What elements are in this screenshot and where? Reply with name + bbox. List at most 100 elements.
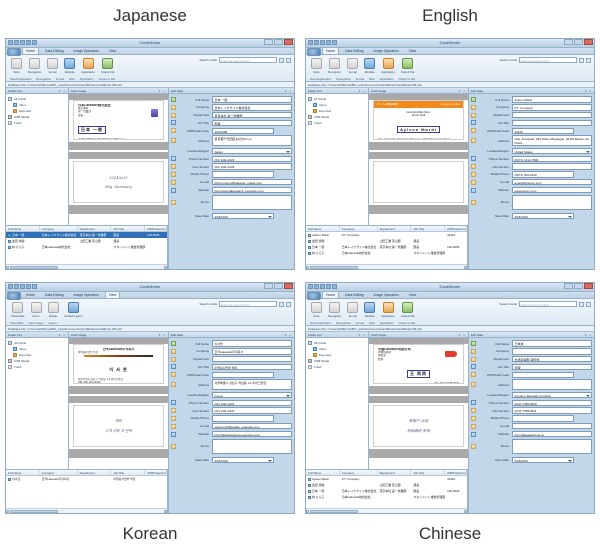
business-card-back-image[interactable]: 2014/6/13 Mtg. Summary (73, 161, 164, 203)
close-button[interactable] (284, 39, 293, 45)
scroll-thumb[interactable] (310, 266, 358, 269)
ribbon-button-output-file[interactable]: Output File (401, 57, 415, 74)
folder-list-pin-close[interactable]: ▾ × (359, 332, 368, 338)
field-input-memo[interactable] (512, 438, 592, 454)
maximize-button[interactable] (574, 39, 583, 45)
field-input-email[interactable] (512, 423, 592, 430)
ribbon-button-recognize[interactable]: Recognize (328, 57, 341, 74)
field-input-zip[interactable]: 40119 (512, 127, 574, 134)
close-button[interactable] (584, 283, 593, 289)
search-options-icon[interactable] (286, 301, 291, 307)
field-input-region[interactable]: People's Republic of China (512, 391, 592, 399)
card-image-pin-close[interactable]: ▾ × (459, 88, 468, 94)
qat-icon-0[interactable] (8, 284, 13, 289)
ribbon-button-scan[interactable]: Scan (311, 301, 322, 318)
quick-access-toolbar[interactable] (308, 40, 337, 45)
business-card-back-image[interactable]: 메모 고객 미팅 후 연락 (73, 405, 164, 447)
ribbon-button-rotate[interactable]: Rotate (47, 301, 59, 318)
field-input-save_date[interactable]: 3/18/2016 (212, 212, 274, 219)
application-logo-icon[interactable] (7, 48, 21, 56)
scroll-left-arrow[interactable] (306, 510, 309, 513)
tab-view[interactable]: View (405, 291, 420, 298)
ribbon-button-zoom[interactable]: Zoom (30, 301, 42, 318)
tab-view[interactable]: View (105, 47, 120, 54)
field-input-job_title[interactable] (512, 119, 592, 127)
field-input-full_name[interactable]: Ayleen Mardi (512, 96, 592, 103)
field-input-fax[interactable] (512, 163, 592, 170)
ribbon-button-scan[interactable]: Scan (311, 57, 322, 74)
field-input-address[interactable]: 서울특별시 강남구 역삼동 1-1 라이크빌딩 (212, 379, 292, 391)
tab-view[interactable]: View (405, 47, 420, 54)
search-options-icon[interactable] (586, 301, 591, 307)
tab-view[interactable]: View (104, 291, 121, 298)
field-input-memo[interactable] (212, 194, 292, 210)
search-options-icon[interactable] (586, 57, 591, 63)
folder-item-trash[interactable]: Trash (8, 120, 68, 126)
field-input-full_name[interactable]: 이서현 (212, 340, 292, 347)
search-icon[interactable] (279, 301, 284, 307)
search-input[interactable]: Enter the search string (519, 57, 577, 63)
field-input-phone[interactable]: (02) 1111-2222 (212, 399, 292, 407)
ribbon-button-e-mail[interactable]: E-mail (347, 301, 359, 318)
field-input-company[interactable] (512, 348, 592, 355)
table-row[interactable]: 이서현 한국Lakeside주식회사 마케팅사업부 부장 (6, 476, 167, 482)
field-input-website[interactable]: www.ptcom.com (512, 186, 592, 194)
qat-icon-0[interactable] (308, 40, 313, 45)
ribbon-button-website[interactable]: Website (364, 57, 376, 74)
field-input-fax[interactable]: (03) 1111-2233 (212, 163, 292, 170)
tab-image-operation[interactable]: Image Operation (70, 291, 103, 298)
quick-access-toolbar[interactable] (308, 284, 337, 289)
close-button[interactable] (584, 39, 593, 45)
application-logo-icon[interactable] (307, 292, 321, 300)
table-row[interactable]: 林 ひろ子 日本Lakeside株式会社 マネジメント推進管理部 (306, 494, 467, 500)
qat-icon-2[interactable] (20, 40, 25, 45)
field-input-website[interactable]: http://www.lakesidenb_example.co.jp (212, 186, 292, 194)
qat-icon-2[interactable] (320, 284, 325, 289)
qat-icon-3[interactable] (26, 284, 31, 289)
ribbon-button-output-file[interactable]: Output File (101, 57, 115, 74)
minimize-button[interactable] (564, 283, 573, 289)
tab-data-editing[interactable]: Data Editing (341, 291, 367, 298)
qat-icon-3[interactable] (326, 284, 331, 289)
tab-image-operation[interactable]: Image Operation (370, 47, 403, 54)
field-input-save_date[interactable]: 3/18/2016 (212, 456, 274, 463)
edit-data-pin-close[interactable]: ▾ × (285, 332, 294, 338)
minimize-button[interactable] (264, 283, 273, 289)
tab-home[interactable]: Home (322, 291, 340, 298)
grid-horizontal-scrollbar[interactable] (6, 264, 167, 269)
qat-icon-1[interactable] (314, 40, 319, 45)
folder-list-pin-close[interactable]: ▾ × (59, 332, 68, 338)
field-input-website[interactable]: http://lakesidekorea.example.co.kr (212, 430, 292, 438)
field-input-mobile[interactable]: (0071) 910-6100 (512, 171, 574, 178)
ribbon-button-application[interactable]: Application (381, 57, 395, 74)
field-input-email[interactable]: seohyun@lakeside_example.com (212, 423, 292, 430)
business-card-back-image[interactable] (373, 161, 464, 203)
business-card-image[interactable]: P.T. Company www.ptcom.com General Affairs… (373, 100, 464, 140)
table-row[interactable]: 林 ひろ子 日本Lakeside株式会社 マネジメント推進管理部 (6, 244, 167, 250)
qat-icon-4[interactable] (32, 284, 37, 289)
tab-image-operation[interactable]: Image Operation (370, 291, 403, 298)
maximize-button[interactable] (574, 283, 583, 289)
qat-icon-0[interactable] (308, 284, 313, 289)
grid-horizontal-scrollbar[interactable] (306, 508, 467, 513)
tab-data-editing[interactable]: Data Editing (41, 291, 67, 298)
ribbon-button-e-mail[interactable]: E-mail (47, 57, 59, 74)
field-input-region[interactable]: United States (512, 147, 592, 155)
quick-access-toolbar[interactable] (8, 40, 37, 45)
field-input-phone[interactable]: (010) 7788-9900 (512, 399, 592, 407)
field-input-company[interactable]: 日本レイクサイド株式会社 (212, 104, 292, 111)
maximize-button[interactable] (274, 283, 283, 289)
field-input-fax[interactable]: (02) 1111-2233 (212, 407, 292, 414)
search-options-icon[interactable] (286, 57, 291, 63)
card-image-pin-close[interactable]: ▾ × (459, 332, 468, 338)
folder-list-pin-close[interactable]: ▾ × (59, 88, 68, 94)
scroll-right-arrow[interactable] (164, 510, 167, 513)
qat-icon-1[interactable] (14, 284, 19, 289)
tab-home[interactable]: Home (322, 47, 340, 54)
ribbon-button-scan[interactable]: Scan (11, 57, 22, 74)
folder-item-trash[interactable]: Trash (8, 364, 68, 370)
field-input-department[interactable] (512, 111, 592, 119)
ribbon-button-recognize[interactable]: Recognize (28, 57, 41, 74)
field-input-address[interactable]: Cda. Arrisquita, 234 Video d'Espagne, 40… (512, 135, 592, 147)
field-input-mobile[interactable] (212, 171, 274, 178)
